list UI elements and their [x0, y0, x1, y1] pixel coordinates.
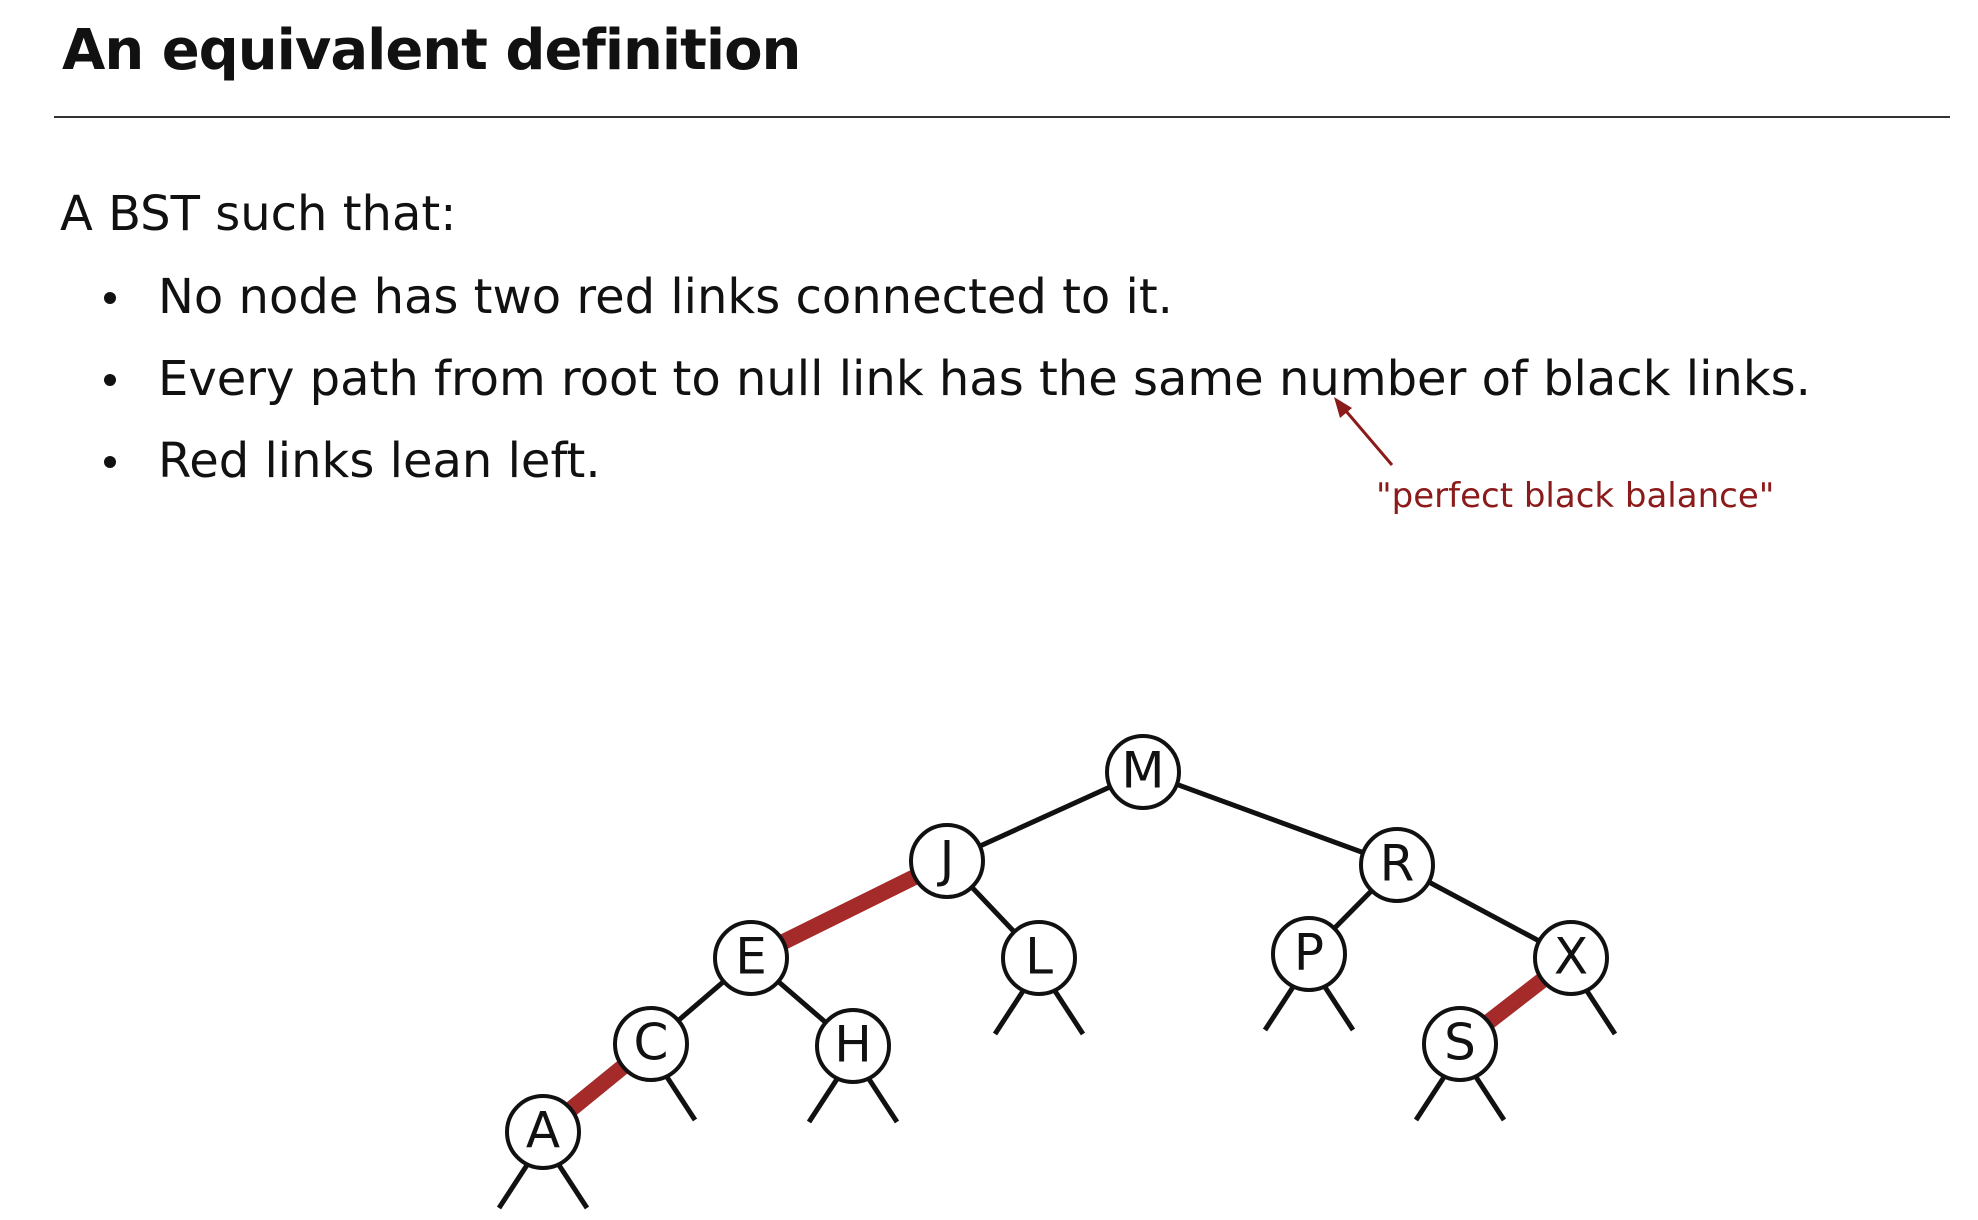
null-link: [1413, 1072, 1449, 1122]
null-link: [662, 1072, 698, 1122]
node-key: H: [834, 1016, 872, 1074]
slide: An equivalent definition A BST such that…: [0, 0, 1978, 1220]
tree-node: M: [1105, 734, 1181, 810]
null-link: [1320, 982, 1356, 1032]
node-key: S: [1444, 1014, 1476, 1072]
null-link: [1471, 1072, 1507, 1122]
node-key: M: [1121, 742, 1164, 800]
tree-node: E: [713, 920, 789, 996]
node-key: C: [634, 1014, 669, 1072]
tree-node: A: [505, 1094, 581, 1170]
null-link: [554, 1160, 590, 1210]
tree-node: J: [909, 823, 985, 899]
null-link: [1262, 982, 1298, 1032]
node-key: J: [937, 831, 955, 889]
tree-node: L: [1001, 920, 1077, 996]
node-key: L: [1025, 928, 1053, 986]
tree-node: C: [613, 1006, 689, 1082]
null-link: [1582, 986, 1618, 1036]
annotation-arrow: [1334, 397, 1394, 466]
node-key: R: [1380, 835, 1415, 893]
black-link: [1142, 769, 1398, 868]
null-link: [806, 1074, 842, 1124]
null-link: [864, 1074, 900, 1124]
tree-node: R: [1359, 827, 1435, 903]
node-key: A: [526, 1102, 560, 1160]
tree-node: P: [1271, 916, 1347, 992]
node-key: P: [1294, 924, 1324, 982]
null-link: [992, 986, 1028, 1036]
tree-node: S: [1422, 1006, 1498, 1082]
tree-node: X: [1533, 920, 1609, 996]
tree-nodes: M J R E L P X C H S A: [505, 734, 1609, 1170]
tree-node: H: [815, 1008, 891, 1084]
diagram-canvas: M J R E L P X C H S A: [496, 397, 1618, 1210]
null-link: [1050, 986, 1086, 1036]
node-key: E: [735, 928, 767, 986]
null-link: [496, 1160, 532, 1210]
node-key: X: [1554, 928, 1588, 986]
